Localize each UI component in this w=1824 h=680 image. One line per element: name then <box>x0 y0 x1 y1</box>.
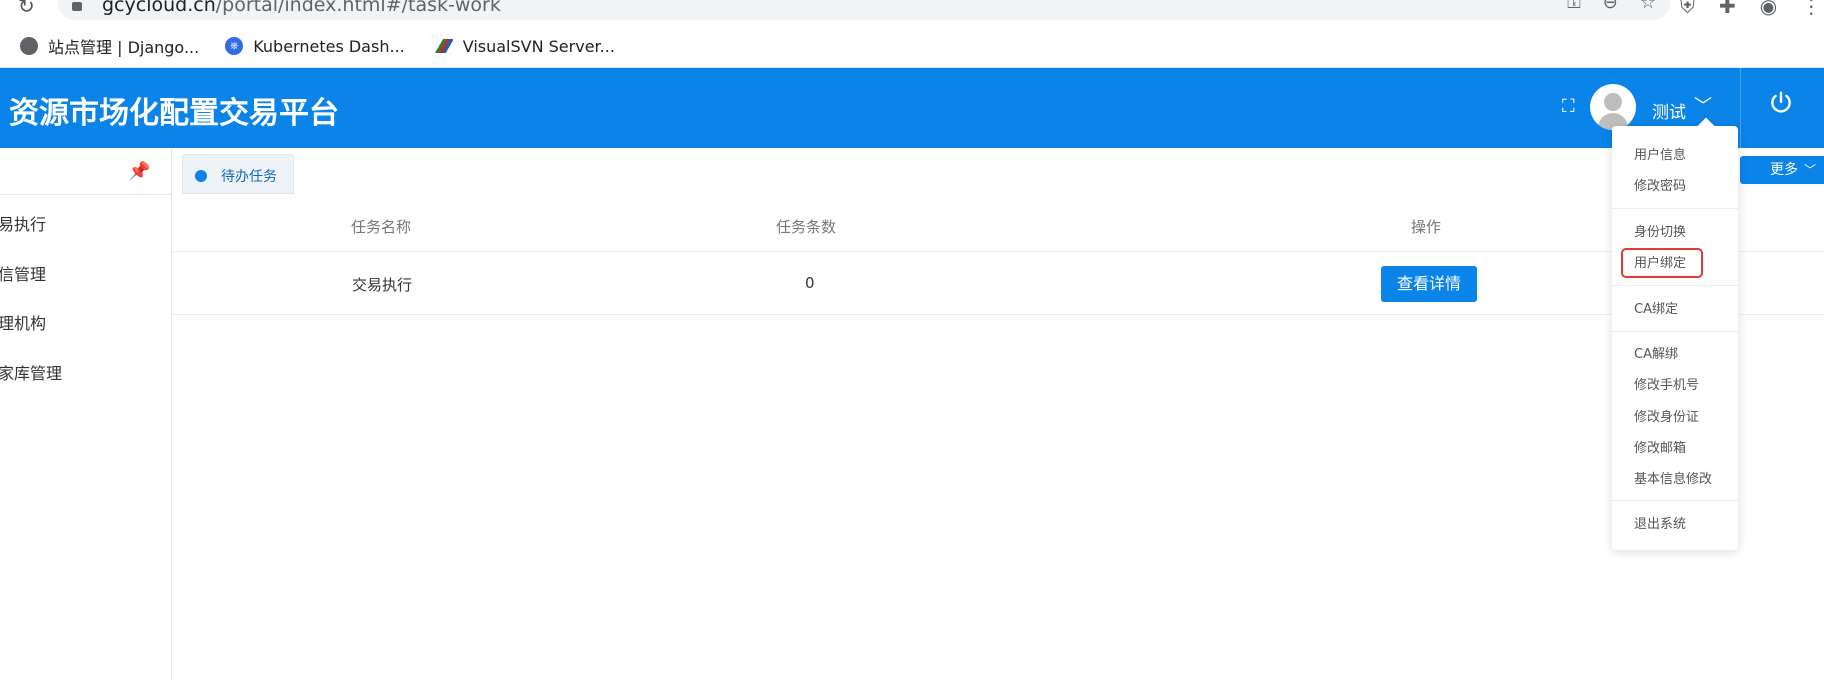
column-header-task-name: 任务名称 <box>351 218 412 236</box>
browser-chrome: ↻ gcycloud.cn/portal/index.html#/task-wo… <box>0 0 1824 68</box>
divider <box>1612 331 1738 332</box>
divider <box>1612 208 1738 209</box>
url-path: /portal/index.html#/task-work <box>215 0 501 16</box>
profile-icon[interactable]: ◉ <box>1760 0 1777 18</box>
avatar[interactable] <box>1590 84 1636 130</box>
pin-icon[interactable]: 📌 <box>128 161 150 182</box>
bookmark-label: VisualSVN Server... <box>462 36 615 56</box>
globe-icon <box>20 37 38 55</box>
sidebar-item-credit-management[interactable]: 信管理 <box>0 261 46 285</box>
menu-item-ca-unbind[interactable]: CA解绑 <box>1634 343 1678 362</box>
zoom-icon[interactable]: ⊖ <box>1603 0 1618 13</box>
extension-shield-icon[interactable]: ⛨ <box>1680 0 1695 18</box>
divider <box>172 251 1824 252</box>
key-icon[interactable]: ⚿ <box>1567 0 1581 13</box>
kubernetes-icon: ⎈ <box>225 37 244 55</box>
username[interactable]: 测试 <box>1652 98 1686 123</box>
menu-item-change-email[interactable]: 修改邮箱 <box>1634 437 1686 456</box>
bookmark-django[interactable]: 站点管理 | Django... <box>20 34 199 58</box>
more-button-label: 更多 <box>1770 162 1798 178</box>
app-title: 资源市场化配置交易平台 <box>9 96 339 131</box>
header-divider <box>1740 68 1741 148</box>
star-icon[interactable]: ☆ <box>1640 0 1656 13</box>
url-text[interactable]: gcycloud.cn/portal/index.html#/task-work <box>102 0 501 16</box>
bookmark-label: 站点管理 | Django... <box>48 38 200 57</box>
chevron-down-icon[interactable]: ﹀ <box>1694 92 1712 118</box>
divider <box>0 194 172 195</box>
menu-item-user-info[interactable]: 用户信息 <box>1634 144 1686 163</box>
menu-item-change-id-card[interactable]: 修改身份证 <box>1634 406 1699 425</box>
url-domain: gcycloud.cn <box>102 0 216 16</box>
address-bar[interactable]: gcycloud.cn/portal/index.html#/task-work… <box>58 0 1670 20</box>
tab-active-dot <box>195 170 207 182</box>
bookmark-label: Kubernetes Dash... <box>253 36 405 56</box>
table-cell-task-count: 0 <box>805 274 815 292</box>
bookmark-visualsvn[interactable]: VisualSVN Server... <box>430 34 615 58</box>
more-button[interactable]: 更多 ﹀ <box>1740 156 1824 184</box>
menu-item-switch-identity[interactable]: 身份切换 <box>1634 221 1686 240</box>
column-header-task-count: 任务条数 <box>776 218 837 236</box>
highlight-box <box>1621 248 1703 278</box>
sidebar-item-trade-execution[interactable]: 易执行 <box>0 211 46 235</box>
power-icon[interactable] <box>1768 90 1794 116</box>
divider <box>1612 285 1738 286</box>
fullscreen-icon[interactable]: ⛶ <box>1562 96 1575 117</box>
visualsvn-icon <box>430 39 453 53</box>
menu-item-change-password[interactable]: 修改密码 <box>1634 175 1686 194</box>
sidebar-item-agency[interactable]: 理机构 <box>0 310 46 334</box>
menu-item-edit-basic-info[interactable]: 基本信息修改 <box>1634 468 1712 487</box>
lock-icon <box>72 2 82 11</box>
divider <box>1612 500 1738 501</box>
table-cell-task-name: 交易执行 <box>352 276 413 294</box>
menu-item-logout[interactable]: 退出系统 <box>1634 513 1686 532</box>
column-header-action: 操作 <box>1411 218 1442 236</box>
tab-todo-tasks[interactable]: 待办任务 <box>182 154 294 194</box>
extensions-puzzle-icon[interactable]: ✚ <box>1719 0 1736 18</box>
bookmarks-bar: 站点管理 | Django... ⎈ Kubernetes Dash... Vi… <box>20 34 615 58</box>
menu-item-ca-bind[interactable]: CA绑定 <box>1634 298 1678 317</box>
chevron-down-icon: ﹀ <box>1804 163 1817 177</box>
tab-label: 待办任务 <box>221 169 277 185</box>
sidebar-item-expert-library[interactable]: 家库管理 <box>0 360 62 384</box>
app-header: 资源市场化配置交易平台 ⛶ 测试 ﹀ <box>0 68 1824 148</box>
menu-kebab-icon[interactable]: ⋮ <box>1801 0 1821 18</box>
sidebar: 📌 易执行 信管理 理机构 家库管理 <box>0 148 172 680</box>
bookmark-kubernetes[interactable]: ⎈ Kubernetes Dash... <box>225 34 405 58</box>
view-details-button[interactable]: 查看详情 <box>1381 266 1477 302</box>
divider <box>172 314 1824 315</box>
menu-item-change-phone[interactable]: 修改手机号 <box>1634 374 1699 393</box>
reload-icon[interactable]: ↻ <box>18 0 35 18</box>
user-dropdown-menu: 用户信息 修改密码 身份切换 用户绑定 CA绑定 CA解绑 修改手机号 修改身份… <box>1612 126 1738 550</box>
